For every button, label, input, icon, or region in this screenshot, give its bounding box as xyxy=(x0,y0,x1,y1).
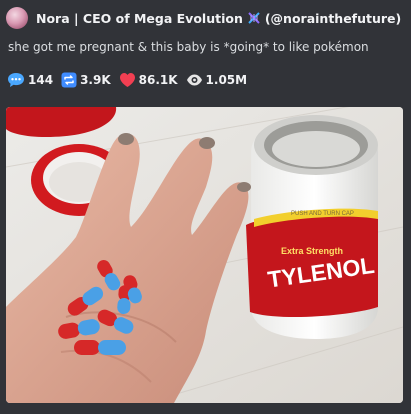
post-text: she got me pregnant & this baby is *goin… xyxy=(8,40,369,54)
avatar[interactable] xyxy=(6,7,28,29)
photo-illustration: Extra Strength TYLENOL PUSH AND TURN CAP xyxy=(6,107,403,403)
author-handle: (@norainthefuture) xyxy=(264,10,402,26)
repost-stat[interactable]: 3.9K xyxy=(61,72,111,88)
bottle-sub-label: Extra Strength xyxy=(281,246,343,256)
author-line[interactable]: Nora | CEO of Mega Evolution (@norainthe… xyxy=(36,11,401,26)
dna-icon xyxy=(247,11,261,25)
tylenol-bottle: Extra Strength TYLENOL PUSH AND TURN CAP xyxy=(246,115,378,339)
speech-bubble-icon xyxy=(8,73,24,87)
like-count: 86.1K xyxy=(138,73,178,87)
reply-stat[interactable]: 144 xyxy=(7,72,53,88)
eye-icon xyxy=(186,74,202,86)
post-header: Nora | CEO of Mega Evolution (@norainthe… xyxy=(6,6,401,30)
view-stat[interactable]: 1.05M xyxy=(186,73,248,87)
repost-count: 3.9K xyxy=(80,73,111,87)
view-count: 1.05M xyxy=(205,73,248,87)
author-display-name: Nora | CEO of Mega Evolution xyxy=(36,10,243,26)
like-stat[interactable]: 86.1K xyxy=(119,72,178,88)
post-image[interactable]: Extra Strength TYLENOL PUSH AND TURN CAP xyxy=(6,107,403,403)
bottle-cap-label: PUSH AND TURN CAP xyxy=(291,211,354,217)
post-stats: 144 3.9K 86.1K 1.05M xyxy=(7,72,255,88)
repost-icon xyxy=(61,72,77,88)
reply-count: 144 xyxy=(28,73,54,87)
heart-icon xyxy=(119,73,135,87)
social-post-card: Nora | CEO of Mega Evolution (@norainthe… xyxy=(0,0,411,414)
